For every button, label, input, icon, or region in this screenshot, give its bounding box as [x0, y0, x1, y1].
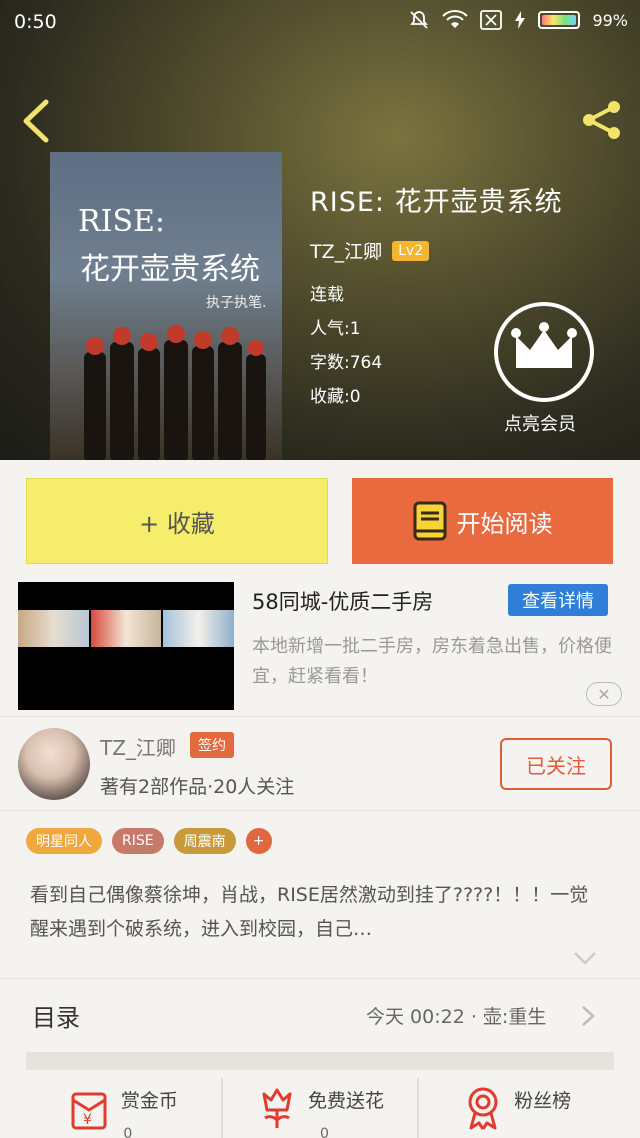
status-icons: 99% — [408, 9, 628, 31]
book-synopsis[interactable]: 看到自己偶像蔡徐坤，肖战，RISE居然激动到挂了????！！！一觉醒来遇到个破系… — [30, 878, 605, 946]
add-favorite-button[interactable]: + 收藏 — [26, 478, 328, 564]
book-title: RISE: 花开壶贵系统 — [310, 187, 563, 218]
fan-ranking-label: 粉丝榜 — [514, 1090, 572, 1112]
author-name[interactable]: TZ_江卿 — [100, 732, 176, 761]
reward-coins-label: 赏金币 — [120, 1090, 178, 1112]
back-arrow-icon[interactable] — [18, 98, 54, 144]
reward-coins-count: 0 — [123, 1126, 133, 1138]
start-reading-label: 开始阅读 — [456, 509, 553, 538]
ad-title[interactable]: 58同城-优质二手房 — [252, 586, 433, 616]
ad-close-button[interactable]: ✕ — [586, 682, 622, 706]
battery-icon — [538, 11, 581, 29]
book-author[interactable]: TZ_江卿 — [310, 237, 382, 264]
send-flower-label: 免费送花 — [308, 1090, 385, 1112]
wifi-icon — [442, 10, 469, 28]
vip-label[interactable]: 点亮会员 — [504, 410, 576, 436]
status-time: 0:50 — [14, 11, 57, 33]
charging-icon — [515, 11, 526, 29]
add-tag-button[interactable]: + — [245, 828, 272, 854]
tag-list: 明星同人 RISE 周震南 + — [26, 828, 272, 854]
status-bar: 0:50 99% — [0, 0, 640, 44]
cover-title-line2: 花开壶贵系统 — [80, 252, 260, 287]
send-flower-count: 0 — [320, 1126, 329, 1138]
ad-image[interactable] — [18, 582, 234, 710]
bottom-action-bar: ¥ 赏金币 0 免费送花 0 粉丝榜 — [26, 1078, 614, 1138]
ad-description[interactable]: 本地新增一批二手房，房东着急出售，价格便宜，赶紧看看！ — [252, 632, 622, 692]
svg-text:¥: ¥ — [83, 1112, 92, 1128]
author-level-badge: Lv2 — [392, 240, 430, 261]
send-flower-button[interactable]: 免费送花 0 — [220, 1078, 418, 1138]
tag-item[interactable]: 周震南 — [173, 828, 236, 854]
divider — [0, 716, 640, 717]
section-separator — [26, 1052, 614, 1070]
divider — [0, 978, 640, 979]
fan-ranking-button[interactable]: 粉丝榜 — [417, 1078, 614, 1138]
divider — [0, 810, 640, 811]
chevron-right-icon[interactable] — [580, 1004, 596, 1028]
medal-icon — [468, 1087, 498, 1130]
cover-group-figures — [84, 325, 266, 460]
toc-latest-chapter[interactable]: 今天 00:22 · 壶:重生 — [366, 1002, 546, 1029]
battery-percent: 99% — [592, 10, 628, 30]
chevron-down-icon[interactable] — [572, 948, 598, 968]
follow-button[interactable]: 已关注 — [500, 738, 612, 790]
ad-details-button[interactable]: 查看详情 — [508, 584, 608, 616]
book-header: 0:50 99% RISE: 花开壶贵系统 执子执笔. RISE: 花开壶贵系统… — [0, 0, 640, 460]
share-icon[interactable] — [578, 98, 626, 142]
mute-bell-icon — [410, 11, 429, 29]
reward-coins-button[interactable]: ¥ 赏金币 0 — [26, 1078, 221, 1138]
signed-badge: 签约 — [190, 732, 234, 758]
cover-caption: 执子执笔. — [206, 295, 267, 311]
book-cover[interactable]: RISE: 花开壶贵系统 执子执笔. — [50, 152, 282, 460]
tag-item[interactable]: 明星同人 — [26, 828, 102, 854]
crown-icon[interactable] — [492, 300, 596, 404]
book-icon — [413, 501, 446, 541]
flower-icon — [262, 1088, 292, 1128]
tag-item[interactable]: RISE — [112, 828, 164, 854]
book-author-row: TZ_江卿 Lv2 — [310, 237, 563, 264]
author-stats: 著有2部作品·20人关注 — [100, 776, 295, 798]
no-sim-icon — [480, 10, 503, 30]
toc-label[interactable]: 目录 — [32, 998, 80, 1033]
start-reading-button[interactable]: 开始阅读 — [352, 478, 613, 564]
author-avatar[interactable] — [18, 728, 90, 800]
cover-title-line1: RISE: — [78, 204, 165, 239]
red-envelope-icon: ¥ — [71, 1092, 107, 1130]
